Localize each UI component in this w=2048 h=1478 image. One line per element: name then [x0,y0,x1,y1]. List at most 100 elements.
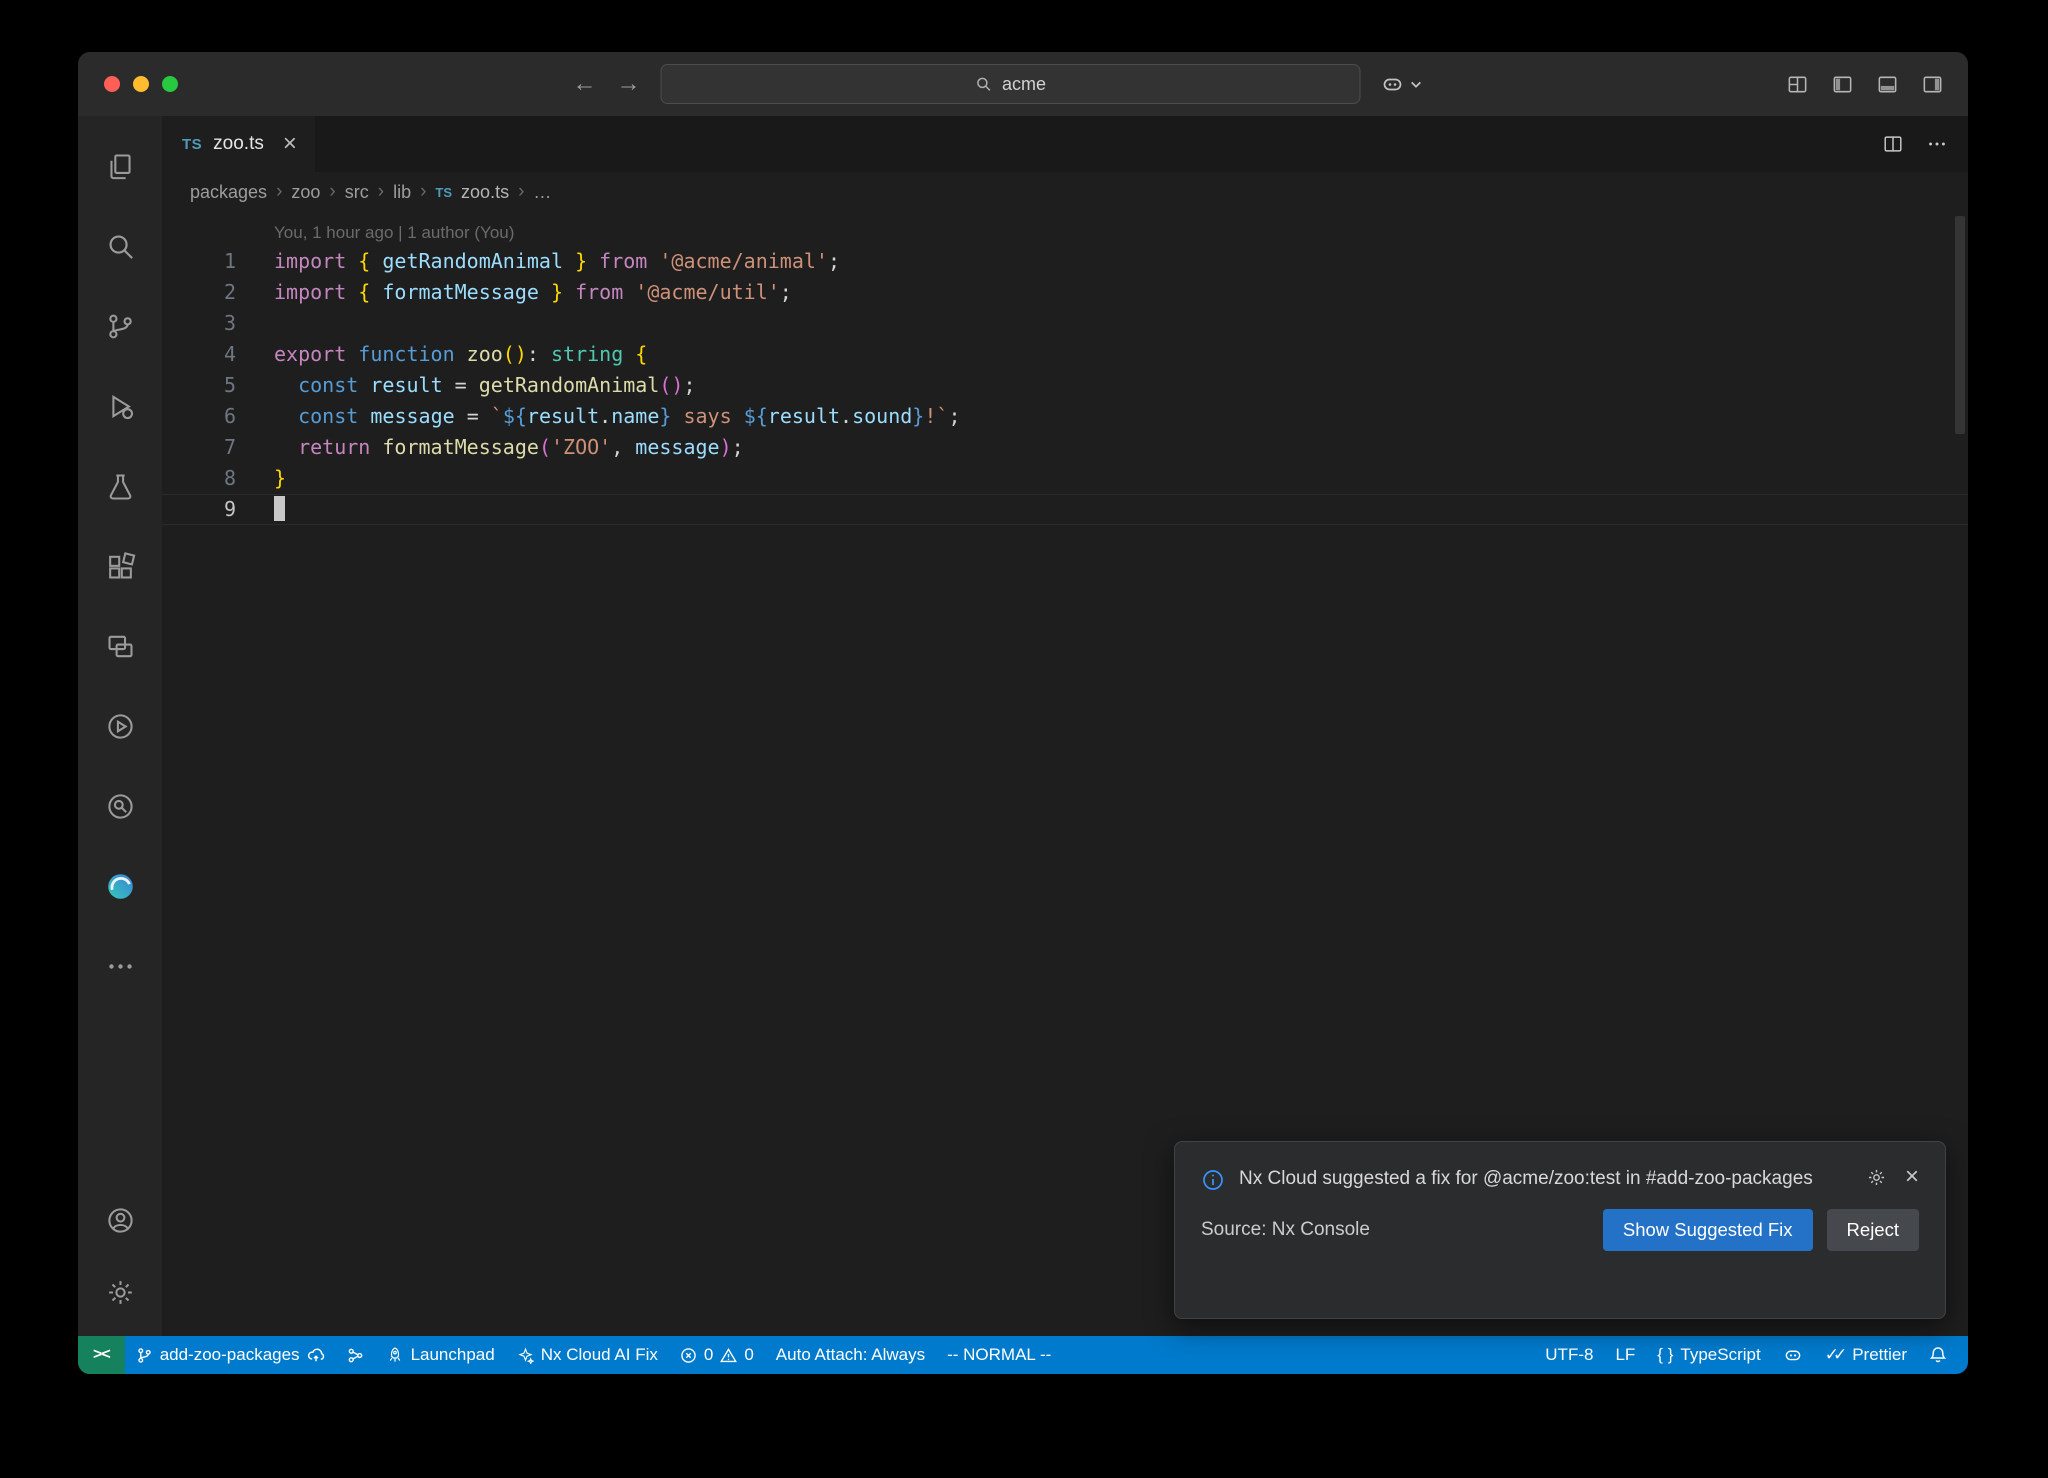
close-window-button[interactable] [104,76,120,92]
toggle-primary-sidebar-icon[interactable] [1831,73,1854,96]
notification-settings-gear-icon[interactable] [1866,1167,1887,1188]
sparkle-icon [517,1347,534,1364]
reject-button[interactable]: Reject [1827,1209,1919,1251]
auto-attach-item[interactable]: Auto Attach: Always [765,1336,936,1374]
breadcrumb-item-file[interactable]: zoo.ts [461,182,509,203]
minimize-window-button[interactable] [133,76,149,92]
tab-close-icon[interactable]: × [283,132,297,156]
command-center-value: acme [1002,74,1046,95]
nx-graph-item[interactable] [336,1336,375,1374]
code-line-1[interactable]: 1import { getRandomAnimal } from '@acme/… [162,246,1968,277]
code-line-3[interactable]: 3 [162,308,1968,339]
breadcrumb-overflow[interactable]: … [533,182,551,203]
info-icon [1201,1168,1225,1192]
chevron-right-icon: › [518,181,524,203]
bell-icon [1929,1346,1947,1364]
formatter-label: Prettier [1852,1345,1907,1365]
copilot-status-item[interactable] [1772,1336,1814,1374]
remote-indicator[interactable]: >< [78,1336,125,1374]
activity-run-debug[interactable] [78,366,162,446]
notification-source: Source: Nx Console [1201,1219,1370,1241]
activity-inspect[interactable] [78,766,162,846]
activity-more-views[interactable] [78,926,162,1006]
tab-zoo-ts[interactable]: TS zoo.ts × [162,116,315,172]
toggle-panel-icon[interactable] [1876,73,1899,96]
titlebar-layout-controls [1786,52,1944,116]
git-branch-item[interactable]: add-zoo-packages [125,1336,336,1374]
activity-explorer[interactable] [78,126,162,206]
show-suggested-fix-button[interactable]: Show Suggested Fix [1603,1209,1813,1251]
code-line-9[interactable]: 9 [162,494,1968,525]
code-line-7[interactable]: 7 return formatMessage('ZOO', message); [162,432,1968,463]
more-actions-icon[interactable] [1926,133,1948,155]
code-line-6[interactable]: 6 const message = `${result.name} says $… [162,401,1968,432]
search-icon [975,75,993,93]
formatter-item[interactable]: ✓✓ Prettier [1814,1336,1918,1374]
encoding-item[interactable]: UTF-8 [1534,1336,1604,1374]
language-mode-item[interactable]: { } TypeScript [1646,1336,1771,1374]
edge-tools-icon [105,871,136,902]
breadcrumb-item-packages[interactable]: packages [190,182,267,203]
vertical-scrollbar[interactable] [1955,216,1965,434]
split-editor-icon[interactable] [1882,133,1904,155]
back-button[interactable]: ← [573,70,597,98]
toggle-secondary-sidebar-icon[interactable] [1921,73,1944,96]
cloud-upload-icon [307,1346,325,1364]
chevron-right-icon: › [329,181,335,203]
account-icon [105,1205,136,1236]
code-text: import { formatMessage } from '@acme/uti… [236,277,792,308]
customize-layout-icon[interactable] [1786,73,1809,96]
typescript-file-icon: TS [435,185,452,200]
line-number: 2 [162,277,236,308]
vim-mode-item[interactable]: -- NORMAL -- [936,1336,1062,1374]
nx-cloud-ai-fix-item[interactable]: Nx Cloud AI Fix [506,1336,669,1374]
code-text: return formatMessage('ZOO', message); [236,432,744,463]
copilot-menu-button[interactable] [1381,72,1423,96]
launchpad-item[interactable]: Launchpad [375,1336,506,1374]
line-number: 8 [162,463,236,494]
activity-testing[interactable] [78,446,162,526]
breadcrumb-item-zoo[interactable]: zoo [291,182,320,203]
breadcrumb-item-lib[interactable]: lib [393,182,411,203]
line-number: 9 [162,494,236,525]
remote-explorer-icon [105,631,136,662]
code-text: export function zoo(): string { [236,339,647,370]
chevron-right-icon: › [378,181,384,203]
notification-close-icon[interactable]: × [1905,1167,1919,1188]
activity-remote-explorer[interactable] [78,606,162,686]
activity-search[interactable] [78,206,162,286]
eol-item[interactable]: LF [1604,1336,1646,1374]
run-debug-icon [105,391,136,422]
code-line-5[interactable]: 5 const result = getRandomAnimal(); [162,370,1968,401]
settings-button[interactable] [78,1256,162,1328]
line-number: 1 [162,246,236,277]
desktop: ← → acme [0,0,2048,1478]
testing-beaker-icon [105,471,136,502]
zoom-window-button[interactable] [162,76,178,92]
vscode-window: ← → acme [78,52,1968,1374]
code-text [236,494,285,525]
notifications-bell-item[interactable] [1918,1336,1958,1374]
accounts-button[interactable] [78,1184,162,1256]
line-number: 6 [162,401,236,432]
tab-bar: TS zoo.ts × [162,116,1968,172]
warning-icon [720,1347,737,1364]
code-line-8[interactable]: 8} [162,463,1968,494]
launchpad-label: Launchpad [411,1345,495,1365]
activity-extensions[interactable] [78,526,162,606]
explorer-icon [105,151,136,182]
error-count: 0 [704,1345,713,1365]
problems-item[interactable]: 0 0 [669,1336,765,1374]
play-circle-icon [105,711,136,742]
command-center-search[interactable]: acme [661,64,1361,104]
activity-source-control[interactable] [78,286,162,366]
vim-mode-label: -- NORMAL -- [947,1345,1051,1365]
line-number: 5 [162,370,236,401]
activity-edge-tools[interactable] [78,846,162,926]
activity-run-tools[interactable] [78,686,162,766]
code-line-2[interactable]: 2import { formatMessage } from '@acme/ut… [162,277,1968,308]
code-line-4[interactable]: 4export function zoo(): string { [162,339,1968,370]
breadcrumb-item-src[interactable]: src [345,182,369,203]
forward-button[interactable]: → [617,70,641,98]
titlebar-center: ← → acme [573,52,1423,116]
